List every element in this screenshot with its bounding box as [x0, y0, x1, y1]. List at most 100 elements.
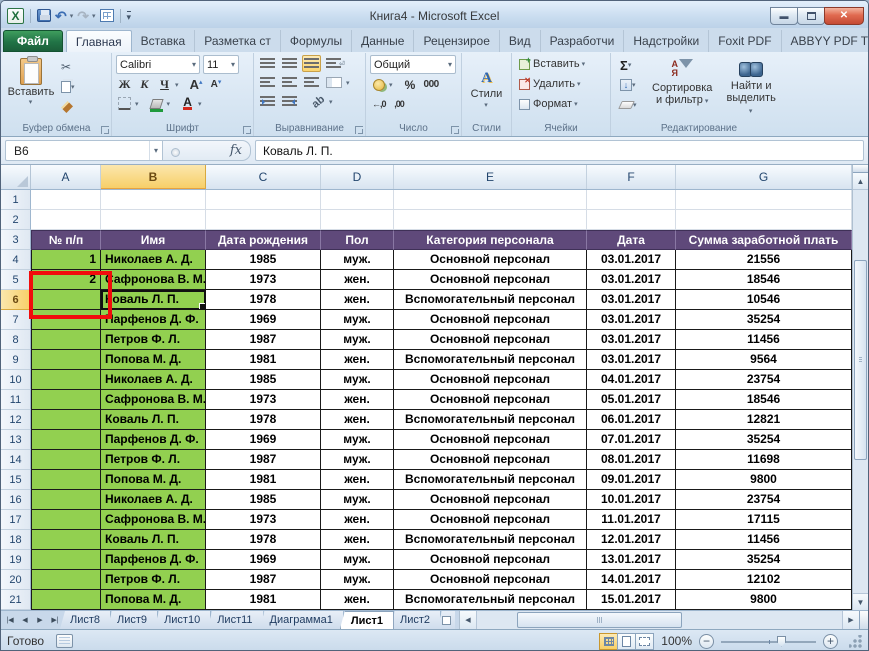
last-sheet-button[interactable]: ▶| [48, 613, 62, 627]
paste-button[interactable]: Вставить ▾ [6, 55, 56, 123]
zoom-out-button[interactable]: − [699, 633, 714, 649]
sort-filter-button[interactable]: АЯ Сортировка и фильтр ▾ [647, 55, 717, 123]
font-name-combo[interactable]: Calibri ▾ [116, 55, 200, 74]
cell-F16[interactable]: 10.01.2017 [587, 490, 676, 510]
cell-F7[interactable]: 03.01.2017 [587, 310, 676, 330]
cell-A17[interactable] [31, 510, 101, 530]
cell-B6[interactable]: Коваль Л. П. [101, 290, 206, 310]
align-right-button[interactable] [302, 74, 321, 91]
row-header-12[interactable]: 12 [1, 410, 31, 430]
cell-E14[interactable]: Основной персонал [394, 450, 587, 470]
underline-button[interactable]: Ч [156, 76, 173, 93]
row-header-6[interactable]: 6 [1, 290, 31, 310]
ribbon-tab-Вид[interactable]: Вид [500, 30, 541, 52]
increase-indent-button[interactable] [280, 93, 299, 110]
sheet-tab-Лист9[interactable]: Лист9 [107, 611, 159, 629]
thousands-button[interactable]: 000 [422, 76, 441, 93]
cell-A21[interactable] [31, 590, 101, 610]
cell-C6[interactable]: 1978 [206, 290, 321, 310]
alignment-dialog-launcher[interactable] [355, 126, 363, 134]
cell-B19[interactable]: Парфенов Д. Ф. [101, 550, 206, 570]
row-header-15[interactable]: 15 [1, 470, 31, 490]
borders-button[interactable] [116, 95, 133, 112]
cell-A13[interactable] [31, 430, 101, 450]
cell-A19[interactable] [31, 550, 101, 570]
sheet-tab-Лист10[interactable]: Лист10 [154, 611, 212, 629]
ribbon-tab-Foxit PDF[interactable]: Foxit PDF [709, 30, 782, 52]
ribbon-tab-Файл[interactable]: Файл [3, 30, 63, 52]
cell-B11[interactable]: Сафронова В. М. [101, 390, 206, 410]
name-box[interactable]: B6 ▾ [5, 140, 163, 161]
cell-D12[interactable]: жен. [321, 410, 394, 430]
cell-E7[interactable]: Основной персонал [394, 310, 587, 330]
zoom-level[interactable]: 100% [661, 634, 692, 648]
cell-F8[interactable]: 03.01.2017 [587, 330, 676, 350]
cell-C17[interactable]: 1973 [206, 510, 321, 530]
scroll-down-button[interactable]: ▼ [853, 593, 868, 610]
cell-E6[interactable]: Вспомогательный персонал [394, 290, 587, 310]
cell-D10[interactable]: муж. [321, 370, 394, 390]
row-header-10[interactable]: 10 [1, 370, 31, 390]
cell-D6[interactable]: жен. [321, 290, 394, 310]
cell-F14[interactable]: 08.01.2017 [587, 450, 676, 470]
cell-B4[interactable]: Николаев А. Д. [101, 250, 206, 270]
cell-G16[interactable]: 23754 [676, 490, 852, 510]
align-bottom-button[interactable] [302, 55, 321, 72]
row-header-9[interactable]: 9 [1, 350, 31, 370]
cell-F13[interactable]: 07.01.2017 [587, 430, 676, 450]
cell-A12[interactable] [31, 410, 101, 430]
cell-A8[interactable] [31, 330, 101, 350]
cell-D8[interactable]: муж. [321, 330, 394, 350]
cell-E16[interactable]: Основной персонал [394, 490, 587, 510]
cell-B7[interactable]: Парфенов Д. Ф. [101, 310, 206, 330]
cell-F4[interactable]: 03.01.2017 [587, 250, 676, 270]
grow-font-button[interactable]: А [188, 76, 205, 93]
sheet-tab-Лист11[interactable]: Лист11 [207, 611, 264, 629]
cell-A6[interactable] [31, 290, 101, 310]
cell-G14[interactable]: 11698 [676, 450, 852, 470]
cell-D7[interactable]: муж. [321, 310, 394, 330]
cell-A10[interactable] [31, 370, 101, 390]
customize-qat-icon[interactable]: ▾ [126, 10, 132, 21]
cell-E20[interactable]: Основной персонал [394, 570, 587, 590]
underline-dropdown-icon[interactable]: ▾ [175, 81, 179, 89]
cell-C19[interactable]: 1969 [206, 550, 321, 570]
cell-F1[interactable] [587, 190, 676, 210]
ribbon-tab-Надстройки[interactable]: Надстройки [624, 30, 710, 52]
orientation-button[interactable]: ab [310, 93, 328, 110]
redo-dropdown-icon[interactable]: ▾ [92, 12, 96, 20]
cell-A20[interactable] [31, 570, 101, 590]
cell-F20[interactable]: 14.01.2017 [587, 570, 676, 590]
table-header-C3[interactable]: Дата рождения [206, 230, 321, 250]
zoom-in-button[interactable]: + [823, 633, 838, 649]
excel-logo-icon[interactable]: X [7, 7, 24, 24]
cell-A7[interactable] [31, 310, 101, 330]
page-break-view-button[interactable] [635, 632, 655, 650]
redo-icon[interactable]: ↷ [77, 9, 89, 23]
cell-B20[interactable]: Петров Ф. Л. [101, 570, 206, 590]
cell-C12[interactable]: 1978 [206, 410, 321, 430]
paste-dropdown-icon[interactable]: ▾ [29, 98, 33, 106]
cell-E1[interactable] [394, 190, 587, 210]
column-header-G[interactable]: G [676, 165, 852, 189]
format-painter-button[interactable] [58, 98, 84, 116]
cell-D15[interactable]: жен. [321, 470, 394, 490]
cell-F9[interactable]: 03.01.2017 [587, 350, 676, 370]
prev-sheet-button[interactable]: ◀ [18, 613, 32, 627]
vertical-scroll-track[interactable] [853, 190, 868, 593]
cell-A16[interactable] [31, 490, 101, 510]
cell-C8[interactable]: 1987 [206, 330, 321, 350]
column-header-E[interactable]: E [394, 165, 587, 189]
italic-button[interactable]: К [136, 76, 153, 93]
scroll-up-button[interactable]: ▲ [853, 173, 868, 190]
cell-B10[interactable]: Николаев А. Д. [101, 370, 206, 390]
number-dialog-launcher[interactable] [451, 126, 459, 134]
column-header-F[interactable]: F [587, 165, 676, 189]
wrap-text-button[interactable]: ⏎ [324, 55, 347, 72]
cell-C16[interactable]: 1985 [206, 490, 321, 510]
cell-D4[interactable]: муж. [321, 250, 394, 270]
macro-record-icon[interactable] [56, 634, 74, 648]
sheet-tab-Лист8[interactable]: Лист8 [60, 611, 112, 629]
cell-D14[interactable]: муж. [321, 450, 394, 470]
horizontal-scroll-track[interactable] [477, 611, 842, 629]
